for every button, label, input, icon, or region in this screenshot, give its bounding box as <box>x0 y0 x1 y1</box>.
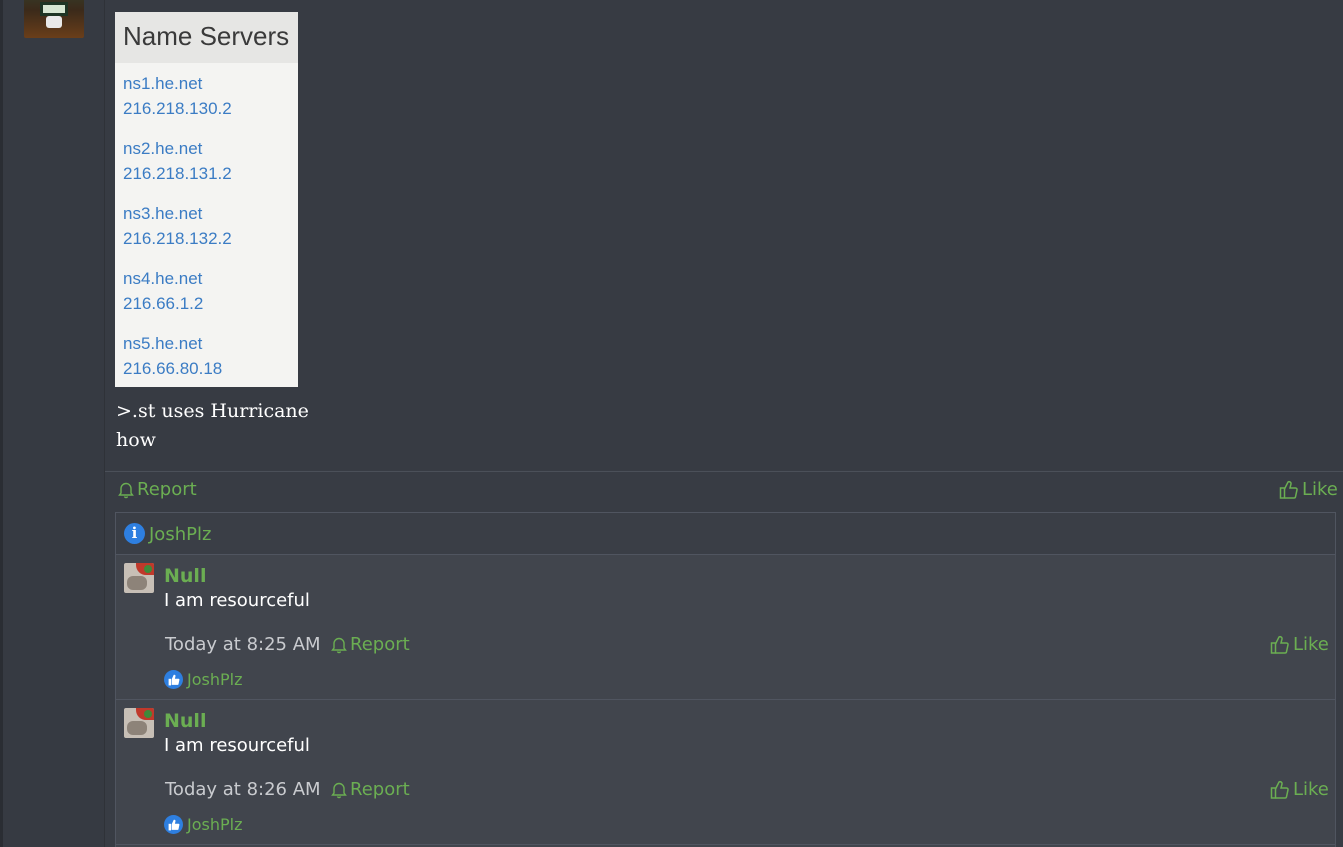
ns-ip: 216.66.80.18 <box>123 359 223 378</box>
info-icon: i <box>124 523 145 544</box>
avatar-screen <box>40 2 68 16</box>
post-like-button[interactable]: Like <box>1279 479 1338 500</box>
thread-user-link[interactable]: JoshPlz <box>149 524 211 545</box>
report-label: Report <box>137 479 197 500</box>
reply-like-button[interactable]: Like <box>1270 779 1329 800</box>
ns-host: ns3.he.net <box>123 204 203 223</box>
user-column <box>3 0 105 847</box>
ns-host: ns5.he.net <box>123 334 203 353</box>
reply-timestamp[interactable]: Today at 8:25 AM <box>165 634 321 655</box>
ns-ip: 216.66.1.2 <box>123 294 204 313</box>
post-footer-divider <box>105 471 1343 472</box>
reply-message: I am resourceful <box>164 590 310 611</box>
thread-header: i JoshPlz <box>116 513 1335 555</box>
post-text: >.st uses Hurricane how <box>116 397 309 455</box>
avatar-face <box>127 576 147 590</box>
name-server-entry: ns5.he.net 216.66.80.18 <box>123 331 222 381</box>
bell-icon <box>331 637 347 653</box>
reply-author[interactable]: Null <box>164 710 206 732</box>
reply-thread: i JoshPlz Null I am resourceful Today at… <box>115 512 1336 847</box>
reply-report-button[interactable]: Report <box>331 779 410 800</box>
name-servers-image: Name Servers ns1.he.net 216.218.130.2 ns… <box>115 12 298 387</box>
reply-author[interactable]: Null <box>164 565 206 587</box>
reply-timestamp[interactable]: Today at 8:26 AM <box>165 779 321 800</box>
reply-likes: JoshPlz <box>164 670 242 689</box>
reply-item: Null I am resourceful Today at 8:26 AM R… <box>116 700 1335 845</box>
ns-ip: 216.218.132.2 <box>123 229 232 248</box>
report-label: Report <box>350 779 410 800</box>
post-line: how <box>116 429 156 451</box>
reply-likes: JoshPlz <box>164 815 242 834</box>
ns-host: ns2.he.net <box>123 139 203 158</box>
avatar-face <box>127 721 147 735</box>
avatar-holly <box>144 565 152 573</box>
name-server-entry: ns1.he.net 216.218.130.2 <box>123 71 232 121</box>
thumbs-up-icon <box>1270 780 1289 799</box>
like-label: Like <box>1293 779 1329 800</box>
avatar-holly <box>144 710 152 718</box>
ns-ip: 216.218.131.2 <box>123 164 232 183</box>
thumbs-up-icon <box>1270 635 1289 654</box>
like-label: Like <box>1302 479 1338 500</box>
liked-by-user[interactable]: JoshPlz <box>187 815 242 834</box>
reply-like-button[interactable]: Like <box>1270 634 1329 655</box>
reply-item: Null I am resourceful Today at 8:25 AM R… <box>116 555 1335 700</box>
ns-ip: 216.218.130.2 <box>123 99 232 118</box>
report-label: Report <box>350 634 410 655</box>
like-label: Like <box>1293 634 1329 655</box>
like-reaction-icon <box>164 670 183 689</box>
name-server-entry: ns3.he.net 216.218.132.2 <box>123 201 232 251</box>
reply-avatar[interactable] <box>124 708 154 738</box>
author-avatar[interactable] <box>24 0 84 38</box>
name-server-entry: ns2.he.net 216.218.131.2 <box>123 136 232 186</box>
post-line: >.st uses Hurricane <box>116 400 309 422</box>
thumbs-up-icon <box>1279 480 1298 499</box>
name-server-entry: ns4.he.net 216.66.1.2 <box>123 266 203 316</box>
bell-icon <box>118 482 134 498</box>
reply-avatar[interactable] <box>124 563 154 593</box>
bell-icon <box>331 782 347 798</box>
avatar-figure <box>46 16 62 28</box>
reply-report-button[interactable]: Report <box>331 634 410 655</box>
ns-host: ns1.he.net <box>123 74 203 93</box>
post-report-button[interactable]: Report <box>118 479 197 500</box>
reply-message: I am resourceful <box>164 735 310 756</box>
like-reaction-icon <box>164 815 183 834</box>
liked-by-user[interactable]: JoshPlz <box>187 670 242 689</box>
name-servers-header: Name Servers <box>115 12 298 63</box>
ns-host: ns4.he.net <box>123 269 203 288</box>
